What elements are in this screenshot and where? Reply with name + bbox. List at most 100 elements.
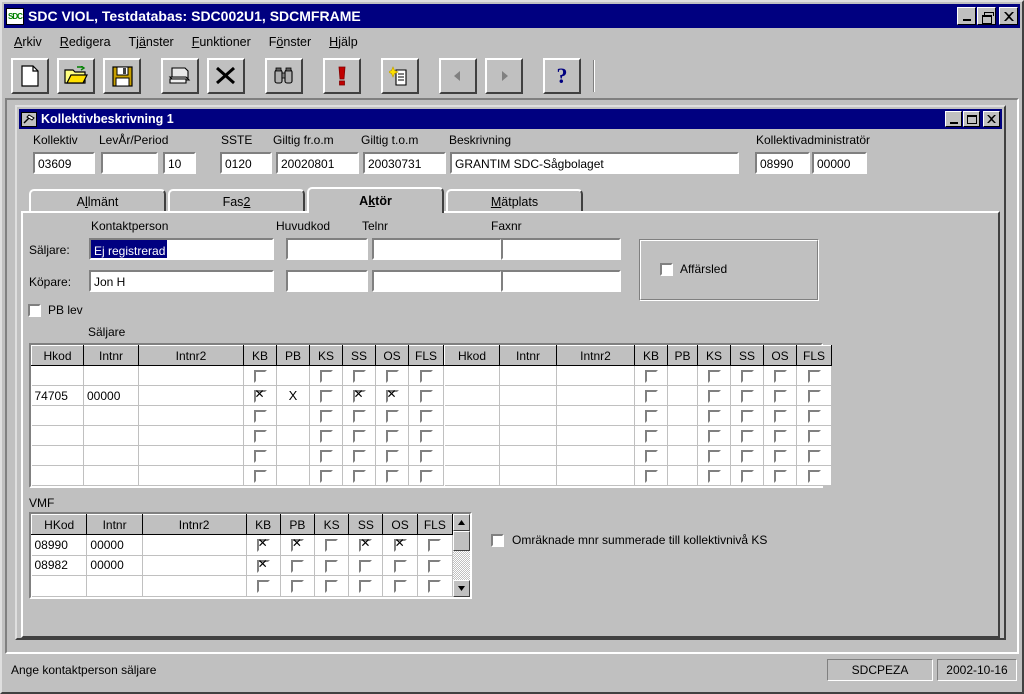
grid-cell-intnr2[interactable] bbox=[138, 425, 244, 446]
levar-input[interactable] bbox=[101, 152, 158, 174]
grid-checkbox[interactable] bbox=[290, 559, 304, 573]
grid-cell-intnr2[interactable] bbox=[556, 425, 635, 446]
grid-column-header[interactable]: HKod bbox=[30, 514, 88, 535]
grid-checkbox[interactable] bbox=[359, 537, 373, 552]
grid-checkbox-cell[interactable] bbox=[730, 365, 764, 386]
grid-column-header[interactable]: PB bbox=[667, 345, 698, 366]
hammer-tool-icon[interactable] bbox=[21, 111, 37, 127]
grid-column-header[interactable]: FLS bbox=[796, 345, 832, 366]
grid-checkbox[interactable] bbox=[773, 429, 787, 443]
grid-checkbox-cell[interactable] bbox=[342, 365, 376, 386]
grid-checkbox-cell[interactable] bbox=[697, 425, 731, 446]
grid-checkbox-cell[interactable] bbox=[634, 405, 668, 426]
saljare-faxnr-input[interactable] bbox=[501, 238, 621, 260]
grid-checkbox-cell[interactable] bbox=[634, 465, 668, 486]
grid-column-header[interactable]: Intnr2 bbox=[138, 345, 244, 366]
grid-column-header[interactable]: OS bbox=[763, 345, 797, 366]
grid-checkbox-cell[interactable] bbox=[697, 405, 731, 426]
grid-cell-hkod[interactable] bbox=[444, 385, 500, 406]
grid-cell-pb[interactable] bbox=[667, 405, 698, 426]
grid-checkbox[interactable] bbox=[807, 369, 821, 383]
grid-checkbox[interactable] bbox=[740, 389, 754, 403]
grid-checkbox-cell[interactable] bbox=[763, 465, 797, 486]
grid-checkbox-cell[interactable] bbox=[417, 555, 454, 577]
grid-cell-pb[interactable] bbox=[276, 445, 310, 466]
saljare-kontaktperson-input[interactable]: Ej registrerad bbox=[89, 238, 274, 260]
grid-checkbox-cell[interactable] bbox=[314, 534, 350, 556]
grid-checkbox-cell[interactable] bbox=[309, 445, 343, 466]
grid-checkbox[interactable] bbox=[773, 409, 787, 423]
grid-checkbox-cell[interactable] bbox=[342, 465, 376, 486]
grid-checkbox-cell[interactable] bbox=[243, 365, 277, 386]
grid-cell-intnr2[interactable] bbox=[138, 365, 244, 386]
save-button[interactable] bbox=[103, 58, 141, 94]
grid-cell-intnr2[interactable] bbox=[138, 385, 244, 406]
grid-checkbox-cell[interactable] bbox=[730, 425, 764, 446]
grid-column-header[interactable]: OS bbox=[382, 514, 418, 535]
grid-checkbox[interactable] bbox=[385, 409, 399, 423]
grid-checkbox[interactable] bbox=[707, 389, 721, 403]
grid-cell-intnr[interactable] bbox=[83, 405, 139, 426]
grid-checkbox[interactable] bbox=[707, 449, 721, 463]
grid-cell-hkod[interactable] bbox=[444, 465, 500, 486]
grid-checkbox-cell[interactable] bbox=[697, 445, 731, 466]
period-input[interactable]: 10 bbox=[163, 152, 196, 174]
grid-checkbox[interactable] bbox=[256, 537, 270, 552]
grid-cell-hkod[interactable] bbox=[31, 575, 88, 597]
kollektivadministrator-input-1[interactable]: 08990 bbox=[755, 152, 810, 174]
grid-checkbox-cell[interactable] bbox=[309, 425, 343, 446]
grid-checkbox[interactable] bbox=[319, 449, 333, 463]
grid-cell-hkod[interactable] bbox=[31, 445, 84, 466]
grid-cell-intnr2[interactable] bbox=[142, 555, 247, 577]
mdi-minimize-button[interactable] bbox=[945, 111, 962, 127]
sste-input[interactable]: 0120 bbox=[220, 152, 272, 174]
grid-checkbox[interactable] bbox=[807, 409, 821, 423]
grid-checkbox[interactable] bbox=[352, 449, 366, 463]
grid-cell-intnr[interactable] bbox=[499, 385, 557, 406]
vmf-scrollbar[interactable] bbox=[453, 514, 470, 597]
grid-checkbox[interactable] bbox=[253, 449, 267, 463]
grid-cell-hkod[interactable] bbox=[444, 445, 500, 466]
grid-cell-hkod[interactable] bbox=[444, 425, 500, 446]
grid-checkbox-cell[interactable] bbox=[763, 425, 797, 446]
grid-cell-intnr[interactable] bbox=[83, 445, 139, 466]
table-row[interactable]: 7470500000 X bbox=[31, 385, 444, 406]
menu-redigera[interactable]: Redigera bbox=[51, 33, 120, 51]
vmf-scroll-down-button[interactable] bbox=[453, 580, 470, 597]
grid-checkbox-cell[interactable] bbox=[417, 575, 454, 597]
grid-checkbox[interactable] bbox=[352, 429, 366, 443]
table-row[interactable] bbox=[444, 445, 832, 466]
previous-button[interactable] bbox=[439, 58, 477, 94]
grid-column-header[interactable]: PB bbox=[279, 514, 315, 535]
grid-checkbox[interactable] bbox=[352, 409, 366, 423]
mdi-maximize-button[interactable] bbox=[963, 111, 980, 127]
grid-checkbox[interactable] bbox=[325, 538, 339, 552]
app-minimize-button[interactable] bbox=[957, 7, 976, 25]
delete-button[interactable] bbox=[207, 58, 245, 94]
grid-checkbox-cell[interactable] bbox=[697, 385, 731, 406]
grid-checkbox-cell[interactable] bbox=[309, 385, 343, 406]
mdi-close-button[interactable] bbox=[983, 111, 1000, 127]
kopare-telnr-input[interactable] bbox=[372, 270, 502, 292]
open-button[interactable] bbox=[57, 58, 95, 94]
grid-checkbox[interactable] bbox=[644, 369, 658, 383]
grid-checkbox[interactable] bbox=[319, 369, 333, 383]
grid-checkbox[interactable] bbox=[807, 469, 821, 483]
grid-checkbox-cell[interactable] bbox=[382, 555, 418, 577]
vmf-scroll-up-button[interactable] bbox=[453, 514, 470, 531]
grid-checkbox[interactable] bbox=[428, 559, 442, 573]
grid-cell-intnr2[interactable] bbox=[142, 575, 247, 597]
table-row[interactable] bbox=[444, 465, 832, 486]
grid-cell-pb[interactable] bbox=[667, 425, 698, 446]
table-row[interactable] bbox=[444, 385, 832, 406]
grid-checkbox-cell[interactable] bbox=[730, 465, 764, 486]
grid-cell-hkod[interactable] bbox=[31, 465, 84, 486]
grid-checkbox-cell[interactable] bbox=[348, 575, 384, 597]
grid-checkbox-cell[interactable] bbox=[408, 365, 444, 386]
grid-checkbox-cell[interactable] bbox=[796, 385, 832, 406]
grid-checkbox[interactable] bbox=[385, 429, 399, 443]
grid-checkbox-cell[interactable] bbox=[408, 405, 444, 426]
grid-checkbox-cell[interactable] bbox=[382, 575, 418, 597]
grid-checkbox-cell[interactable] bbox=[314, 555, 350, 577]
grid-checkbox[interactable] bbox=[419, 449, 433, 463]
